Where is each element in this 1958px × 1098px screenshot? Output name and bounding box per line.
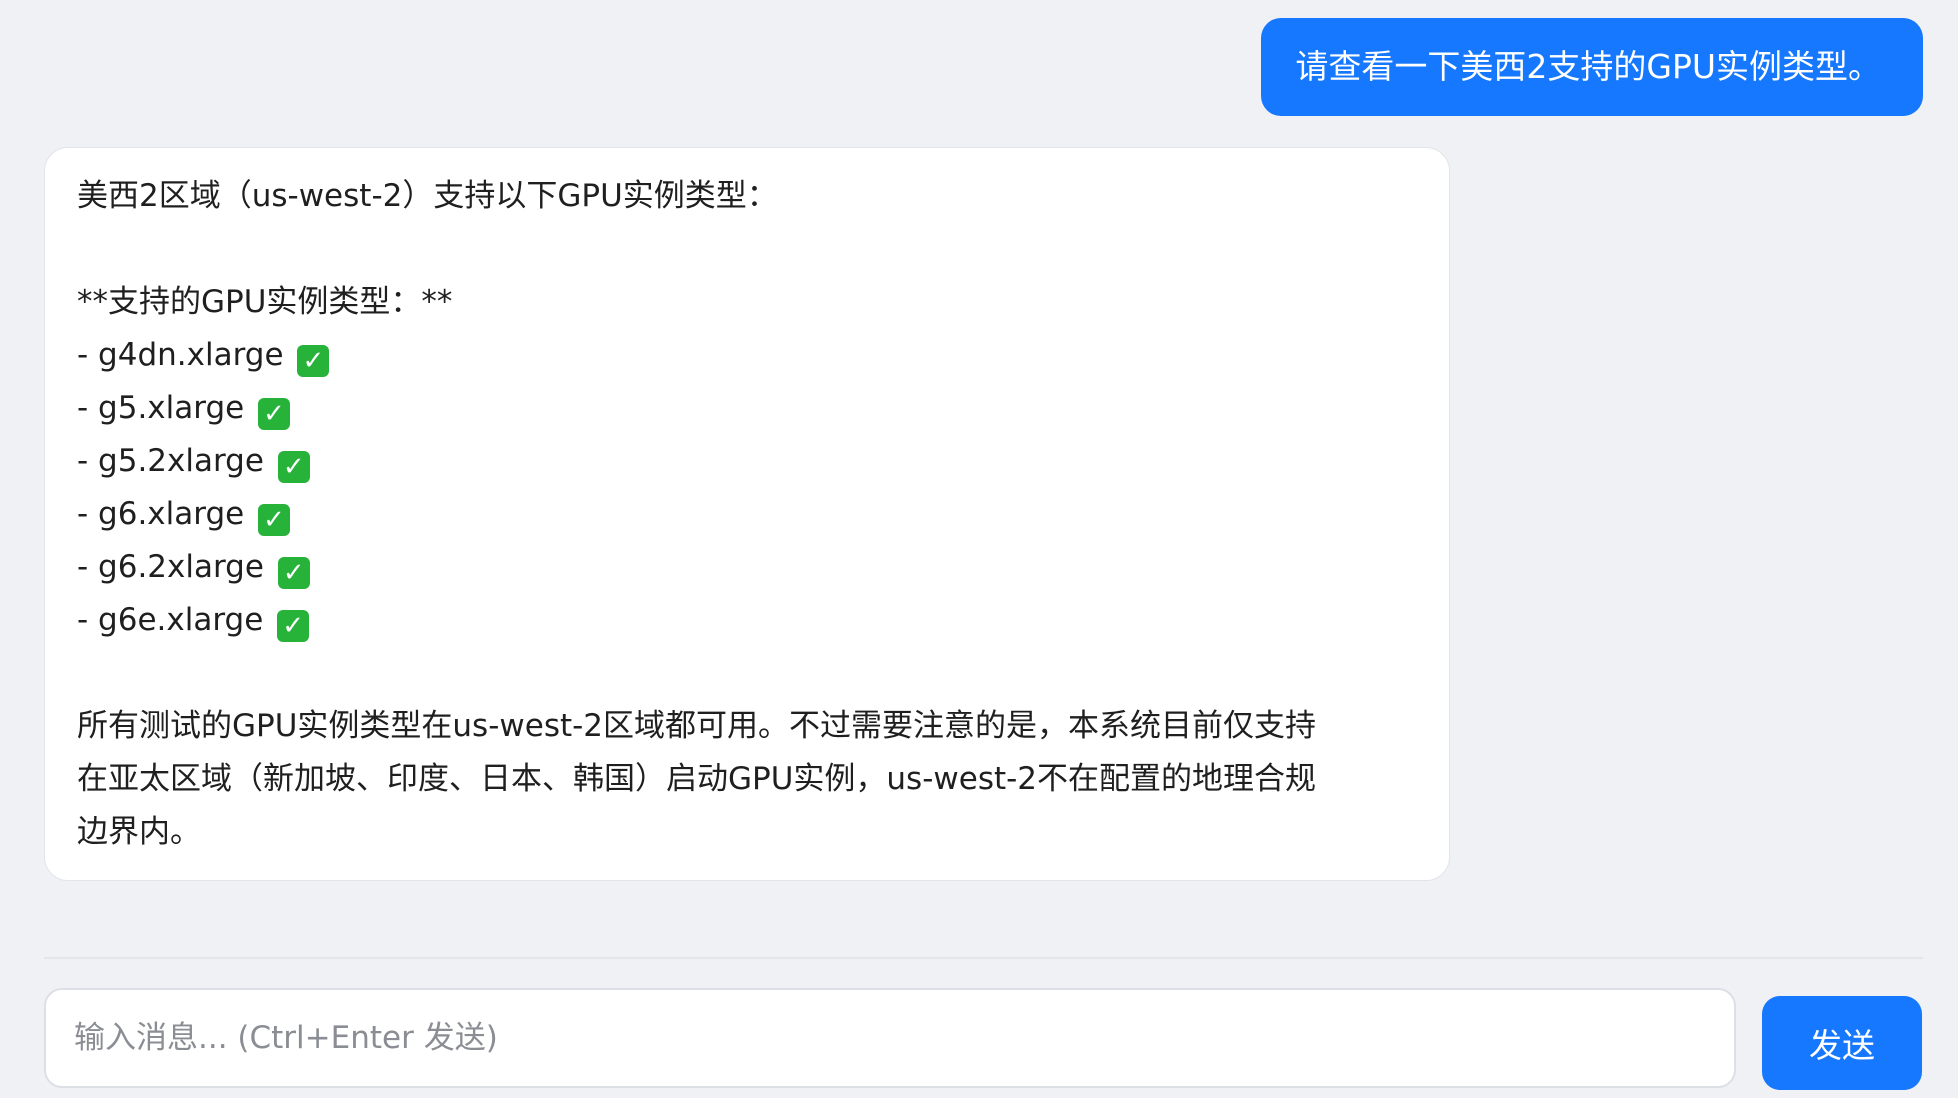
instance-name: - g5.xlarge xyxy=(77,390,245,426)
list-item: - g5.2xlarge ✓ xyxy=(77,435,1417,488)
message-input[interactable] xyxy=(44,988,1736,1088)
instance-list-heading: **支持的GPU实例类型：** xyxy=(77,284,453,320)
check-mark-icon: ✓ xyxy=(277,557,310,589)
check-mark-icon: ✓ xyxy=(277,610,310,642)
conclusion-line: 在亚太区域（新加坡、印度、日本、韩国）启动GPU实例，us-west-2不在配置… xyxy=(77,761,1317,797)
list-item: - g6.xlarge ✓ xyxy=(77,488,1417,541)
list-item: - g5.xlarge ✓ xyxy=(77,382,1417,435)
check-mark-icon: ✓ xyxy=(277,451,310,483)
user-message-bubble: 请查看一下美西2支持的GPU实例类型。 xyxy=(1261,18,1923,116)
check-mark-icon: ✓ xyxy=(258,398,291,430)
check-mark-icon: ✓ xyxy=(258,504,291,536)
conclusion-line: 所有测试的GPU实例类型在us-west-2区域都可用。不过需要注意的是，本系统… xyxy=(77,708,1317,744)
user-message-text: 请查看一下美西2支持的GPU实例类型。 xyxy=(1295,47,1881,86)
assistant-message-bubble: 美西2区域（us-west-2）支持以下GPU实例类型： **支持的GPU实例类… xyxy=(44,147,1450,881)
composer-divider xyxy=(44,957,1923,959)
chat-area: 请查看一下美西2支持的GPU实例类型。 美西2区域（us-west-2）支持以下… xyxy=(0,0,1958,1098)
send-button[interactable]: 发送 xyxy=(1762,996,1922,1090)
instance-name: - g6e.xlarge xyxy=(77,602,264,638)
instance-name: - g4dn.xlarge xyxy=(77,337,284,373)
conclusion-line: 边界内。 xyxy=(77,814,201,850)
check-mark-icon: ✓ xyxy=(297,345,330,377)
assistant-intro-text: 美西2区域（us-west-2）支持以下GPU实例类型： xyxy=(77,178,778,214)
instance-name: - g6.2xlarge xyxy=(77,549,264,585)
instance-list: - g4dn.xlarge ✓ - g5.xlarge ✓ - g5.2xlar… xyxy=(77,329,1417,647)
list-item: - g6e.xlarge ✓ xyxy=(77,594,1417,647)
list-item: - g6.2xlarge ✓ xyxy=(77,541,1417,594)
list-item: - g4dn.xlarge ✓ xyxy=(77,329,1417,382)
instance-name: - g6.xlarge xyxy=(77,496,245,532)
instance-name: - g5.2xlarge xyxy=(77,443,264,479)
